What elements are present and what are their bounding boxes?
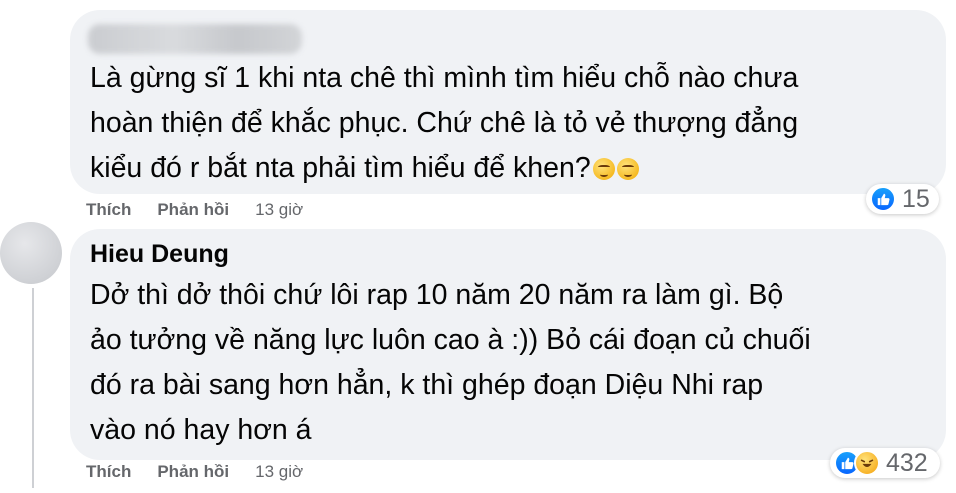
comment-actions: Thích Phản hồi 13 giờ — [86, 462, 303, 482]
like-button[interactable]: Thích — [86, 462, 131, 482]
haha-icon — [854, 450, 880, 476]
comment-text: Là gừng sĩ 1 khi nta chê thì mình tìm hi… — [90, 62, 799, 184]
reply-button[interactable]: Phản hồi — [157, 200, 229, 220]
author-name[interactable]: Hieu Deung — [90, 239, 946, 269]
timestamp[interactable]: 13 giờ — [255, 200, 303, 220]
comment-bubble: Hieu Deung Dở thì dở thôi chứ lôi rap 10… — [70, 229, 946, 460]
timestamp[interactable]: 13 giờ — [255, 462, 303, 482]
author-name-redacted — [88, 24, 302, 54]
reaction-summary[interactable]: 15 — [866, 184, 939, 214]
reaction-summary[interactable]: 432 — [830, 448, 940, 478]
reaction-count: 432 — [886, 449, 928, 477]
like-icon — [870, 186, 896, 212]
comment-bubble: Là gừng sĩ 1 khi nta chê thì mình tìm hi… — [70, 10, 946, 194]
comment-text: Dở thì dở thôi chứ lôi rap 10 năm 20 năm… — [90, 279, 811, 446]
smirk-emoji-icon — [616, 158, 639, 180]
reply-button[interactable]: Phản hồi — [157, 462, 229, 482]
reaction-count: 15 — [902, 185, 930, 213]
avatar[interactable] — [0, 222, 62, 284]
thread-connector — [32, 288, 34, 488]
smirk-emoji-icon — [592, 158, 615, 180]
comment-actions: Thích Phản hồi 13 giờ — [86, 200, 303, 220]
like-button[interactable]: Thích — [86, 200, 131, 220]
